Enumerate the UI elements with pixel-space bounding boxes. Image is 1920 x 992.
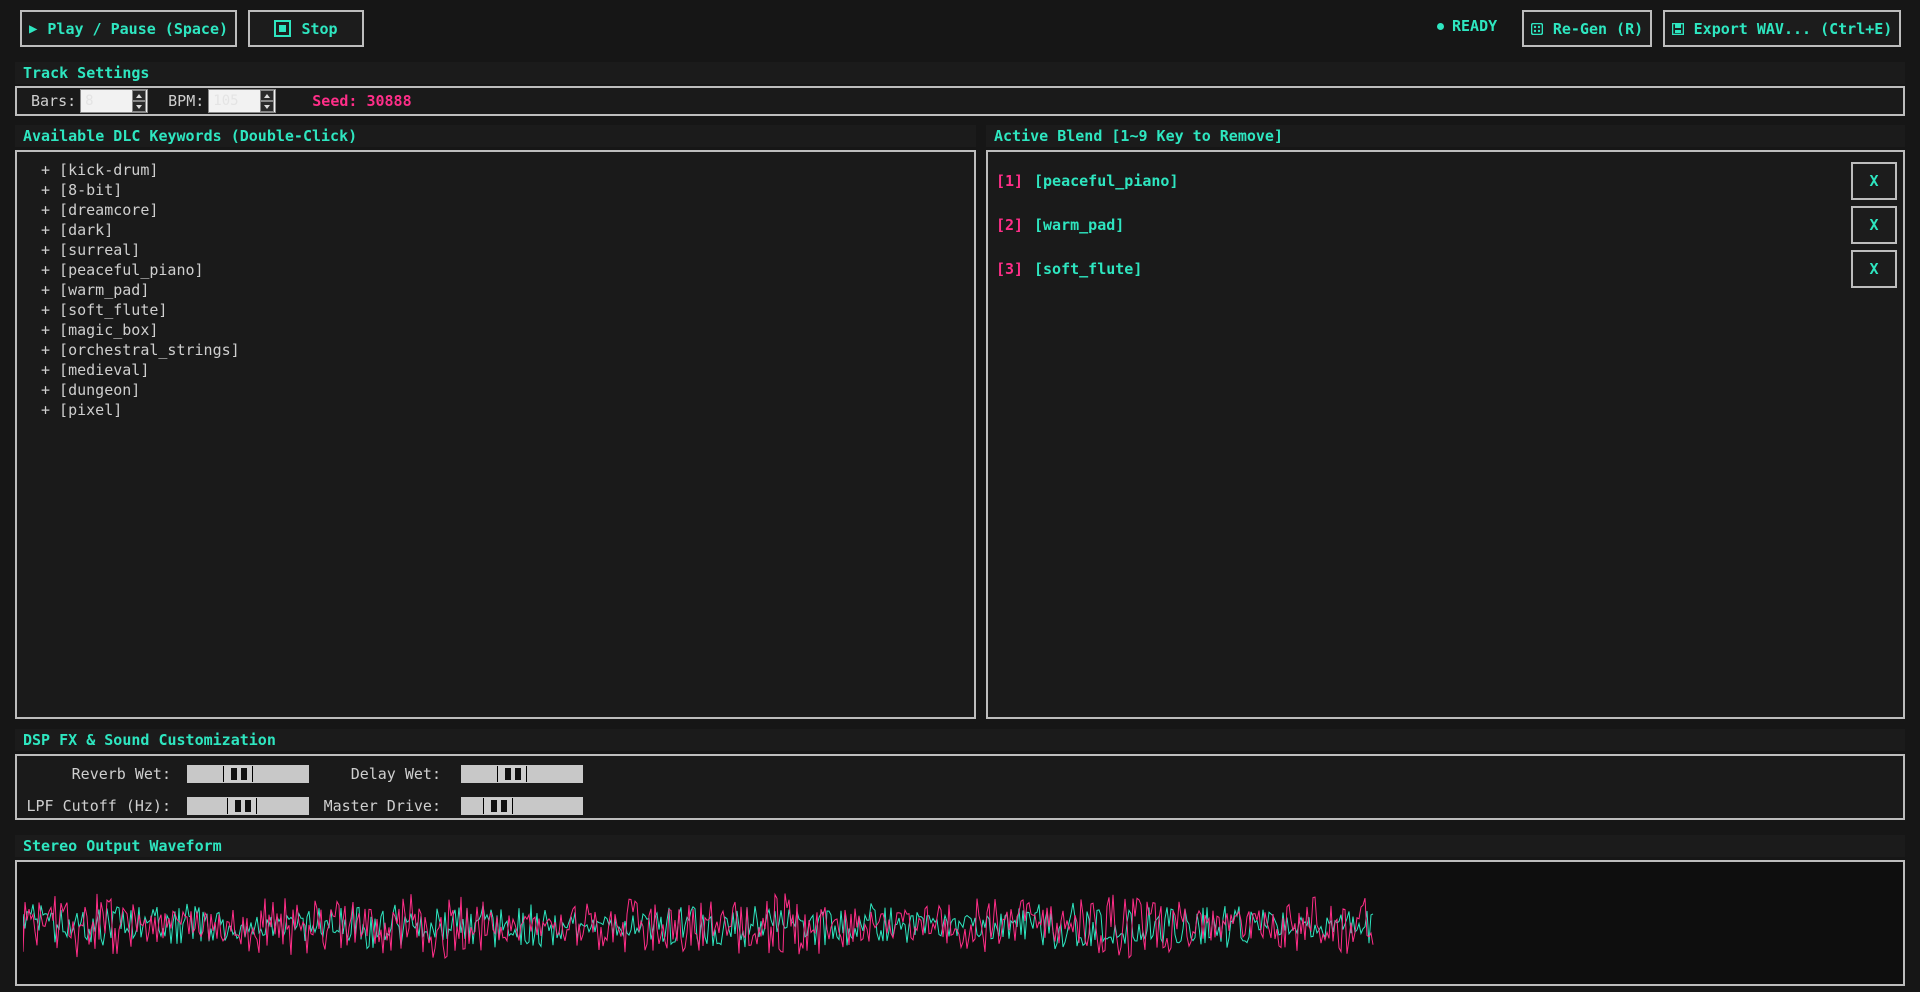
regen-button[interactable]: Re-Gen (R) <box>1522 10 1652 47</box>
bpm-spinbox[interactable] <box>208 89 277 113</box>
blend-item: [2] [warm_pad] X <box>996 206 1897 244</box>
play-pause-button[interactable]: ▶ Play / Pause (Space) <box>20 10 237 47</box>
keywords-listbox[interactable]: + [kick-drum] + [8-bit] + [dreamcore] + [da… <box>15 150 976 719</box>
keyword-item[interactable]: + [dreamcore] <box>41 200 974 220</box>
delay-wet-slider[interactable] <box>461 765 583 783</box>
blend-item: [3] [soft_flute] X <box>996 250 1897 288</box>
reverb-wet-label: Reverb Wet: <box>71 765 171 783</box>
seed-label: Seed: 30888 <box>312 92 412 110</box>
keyword-item[interactable]: + [warm_pad] <box>41 280 974 300</box>
remove-blend-button[interactable]: X <box>1851 162 1897 200</box>
keyword-item[interactable]: + [medieval] <box>41 360 974 380</box>
export-wav-label: Export WAV... (Ctrl+E) <box>1693 19 1893 38</box>
save-icon <box>1671 22 1684 35</box>
master-drive-slider[interactable] <box>461 797 583 815</box>
reverb-wet-handle[interactable] <box>223 766 253 782</box>
blend-item-index: [1] <box>996 172 1024 190</box>
remove-blend-button[interactable]: X <box>1851 250 1897 288</box>
track-settings-panel: Bars: BPM: Seed: 30888 <box>15 86 1905 116</box>
active-blend-header: Active Blend [1~9 Key to Remove] <box>986 125 1905 147</box>
toolbar: ▶ Play / Pause (Space) Stop READY Re-Gen… <box>0 0 1920 58</box>
blend-item-index: [2] <box>996 216 1024 234</box>
blend-item-index: [3] <box>996 260 1024 278</box>
blend-item-name: [soft_flute] <box>1034 260 1143 278</box>
waveform-trace <box>23 892 1374 959</box>
stop-icon <box>274 20 292 37</box>
bars-input[interactable] <box>81 90 132 112</box>
lpf-cutoff-handle[interactable] <box>227 798 257 814</box>
keyword-item[interactable]: + [dungeon] <box>41 380 974 400</box>
remove-blend-button[interactable]: X <box>1851 206 1897 244</box>
play-pause-label: Play / Pause (Space) <box>47 19 229 38</box>
bpm-label: BPM: <box>168 92 205 110</box>
bpm-down-arrow-icon[interactable] <box>260 101 275 112</box>
keyword-item[interactable]: + [dark] <box>41 220 974 240</box>
bars-label: Bars: <box>31 92 77 110</box>
bpm-up-arrow-icon[interactable] <box>260 90 275 101</box>
keyword-item[interactable]: + [soft_flute] <box>41 300 974 320</box>
export-wav-button[interactable]: Export WAV... (Ctrl+E) <box>1663 10 1901 47</box>
lpf-cutoff-slider[interactable] <box>187 797 309 815</box>
keywords-header: Available DLC Keywords (Double-Click) <box>15 125 976 147</box>
blend-item-name: [warm_pad] <box>1034 216 1125 234</box>
stop-button[interactable]: Stop <box>248 10 364 47</box>
keyword-item[interactable]: + [orchestral_strings] <box>41 340 974 360</box>
status-indicator: READY <box>1437 17 1497 35</box>
status-dot-icon <box>1437 22 1444 30</box>
waveform-display <box>15 860 1905 986</box>
delay-wet-handle[interactable] <box>497 766 527 782</box>
status-text: READY <box>1452 17 1498 35</box>
active-blend-panel: [1] [peaceful_piano] X [2] [warm_pad] X [3] [so… <box>986 150 1905 719</box>
bars-down-arrow-icon[interactable] <box>132 101 147 112</box>
lpf-cutoff-label: LPF Cutoff (Hz): <box>26 797 172 815</box>
keywords-list: + [kick-drum] + [8-bit] + [dreamcore] + [da… <box>17 152 974 420</box>
blend-item: [1] [peaceful_piano] X <box>996 162 1897 200</box>
reverb-wet-slider[interactable] <box>187 765 309 783</box>
bars-up-arrow-icon[interactable] <box>132 90 147 101</box>
dsp-header: DSP FX & Sound Customization <box>15 729 1905 751</box>
play-icon: ▶ <box>28 20 38 37</box>
keyword-item[interactable]: + [kick-drum] <box>41 160 974 180</box>
blend-item-name: [peaceful_piano] <box>1034 172 1179 190</box>
track-settings-header: Track Settings <box>15 62 1905 84</box>
master-drive-label: Master Drive: <box>323 797 441 815</box>
dice-icon <box>1530 22 1543 35</box>
delay-wet-label: Delay Wet: <box>350 765 441 783</box>
keyword-item[interactable]: + [pixel] <box>41 400 974 420</box>
keyword-item[interactable]: + [8-bit] <box>41 180 974 200</box>
bpm-input[interactable] <box>209 90 260 112</box>
regen-label: Re-Gen (R) <box>1552 19 1644 38</box>
waveform-header: Stereo Output Waveform <box>15 835 1905 857</box>
keyword-item[interactable]: + [surreal] <box>41 240 974 260</box>
dsp-panel: Reverb Wet: Delay Wet: LPF Cutoff (Hz): … <box>15 754 1905 820</box>
stop-label: Stop <box>301 19 338 38</box>
keyword-item[interactable]: + [magic_box] <box>41 320 974 340</box>
waveform-canvas <box>23 892 1374 959</box>
keyword-item[interactable]: + [peaceful_piano] <box>41 260 974 280</box>
bars-spinbox[interactable] <box>80 89 149 113</box>
master-drive-handle[interactable] <box>483 798 513 814</box>
